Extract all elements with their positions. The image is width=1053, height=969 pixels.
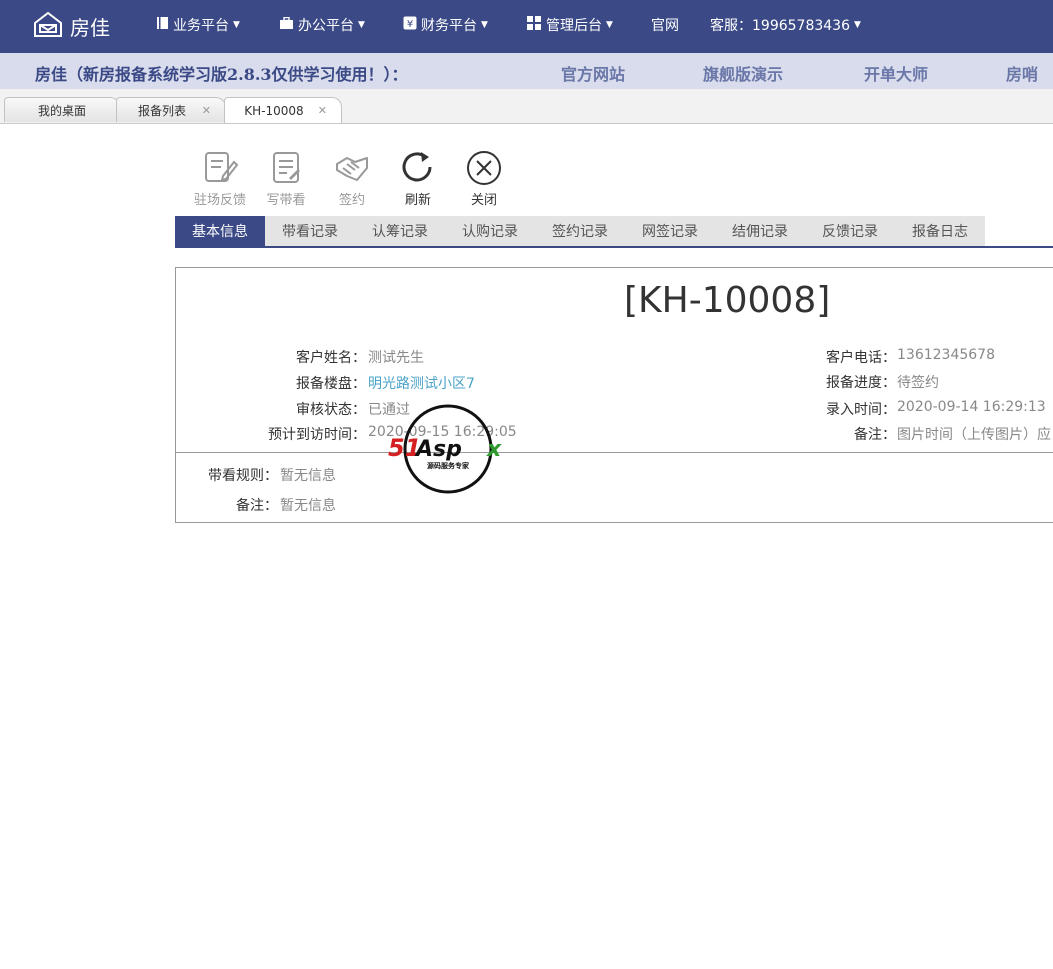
record-subtabs: 基本信息 带看记录 认筹记录 认购记录 签约记录 网签记录 结佣记录 反馈记录 …	[175, 216, 1053, 248]
tab-label: 我的桌面	[37, 103, 86, 118]
banner-link-official-site[interactable]: 官方网站	[561, 61, 625, 85]
banner-link-flagship-demo[interactable]: 旗舰版演示	[703, 61, 783, 85]
subtab-commission-records[interactable]: 结佣记录	[715, 216, 805, 246]
record-title: [KH-10008]	[624, 280, 831, 321]
customer-name-value: 测试先生	[368, 350, 424, 366]
caret-down-icon: ▼	[358, 20, 365, 30]
subtab-pledge-records[interactable]: 认筹记录	[355, 216, 445, 246]
svg-text:¥: ¥	[407, 19, 413, 30]
field-label: 报备楼盘：	[296, 376, 366, 392]
close-icon	[454, 150, 514, 186]
nav-finance-platform[interactable]: ¥ 财务平台 ▼	[403, 15, 488, 35]
tab-label: KH-10008	[244, 103, 304, 118]
toolbar-label: 关闭	[470, 193, 497, 208]
yen-icon: ¥	[403, 16, 417, 34]
subtab-online-contract-records[interactable]: 网签记录	[625, 216, 715, 246]
caret-down-icon: ▼	[481, 20, 488, 30]
sign-contract-button[interactable]: 签约	[322, 150, 382, 208]
banner-link-fangshao[interactable]: 房哨	[1006, 61, 1038, 85]
rules-label: 带看规则：	[208, 468, 278, 484]
close-button[interactable]: 关闭	[454, 150, 514, 208]
subtab-visit-records[interactable]: 带看记录	[265, 216, 355, 246]
property-link[interactable]: 明光路测试小区7	[368, 373, 475, 393]
refresh-icon	[388, 150, 448, 186]
note-value: 暂无信息	[280, 498, 336, 514]
briefcase-icon	[279, 16, 294, 34]
feedback-icon	[190, 150, 250, 186]
nav-label: 财务平台	[421, 18, 477, 34]
field-label: 预计到访时间：	[268, 427, 366, 443]
nav-label: 管理后台	[546, 18, 602, 34]
watermark-tagline: 源码服务专家	[427, 461, 470, 470]
logo[interactable]: 房佳	[32, 10, 110, 42]
nav-office-platform[interactable]: 办公平台 ▼	[279, 15, 365, 35]
toolbar-label: 签约	[338, 193, 365, 208]
write-visit-button[interactable]: 写带看	[256, 150, 316, 208]
field-label: 录入时间：	[826, 402, 896, 418]
banner-link-kaidan-master[interactable]: 开单大师	[864, 61, 928, 85]
nav-label: 客服：19965783436	[710, 18, 850, 34]
subtab-purchase-records[interactable]: 认购记录	[445, 216, 535, 246]
house-logo-icon	[32, 10, 64, 42]
nav-customer-service[interactable]: 客服：19965783436 ▼	[710, 15, 861, 35]
nav-label: 官网	[651, 18, 679, 34]
remark-value: 图片时间（上传图片）应	[897, 427, 1051, 443]
toolbar-label: 写带看	[266, 193, 306, 208]
field-label: 客户电话：	[826, 350, 896, 366]
toolbar-label: 驻场反馈	[193, 193, 246, 208]
toolbar-label: 刷新	[404, 193, 431, 208]
subtab-basic-info[interactable]: 基本信息	[175, 216, 265, 246]
station-feedback-button[interactable]: 驻场反馈	[190, 150, 250, 208]
field-label: 审核状态：	[296, 402, 366, 418]
note-label: 备注：	[236, 498, 278, 514]
customer-phone-value: 13612345678	[897, 347, 995, 363]
tab-bar: 我的桌面 报备列表 ✕ KH-10008 ✕	[0, 89, 1053, 124]
caret-down-icon: ▼	[233, 20, 240, 30]
tab-report-list[interactable]: 报备列表 ✕	[116, 97, 226, 122]
nav-label: 办公平台	[298, 18, 354, 34]
top-navbar: 房佳 业务平台 ▼ 办公平台 ▼ ¥ 财务平台 ▼ 管理后台 ▼ 官网 客服：19965…	[0, 0, 1053, 53]
tab-label: 报备列表	[137, 103, 186, 118]
record-detail-panel: [KH-10008] 客户姓名： 测试先生 报备楼盘： 明光路测试小区7 审核状…	[175, 267, 1053, 523]
logo-text: 房佳	[70, 15, 110, 40]
close-tab-icon[interactable]: ✕	[318, 104, 327, 117]
watermark-brand-x: x	[486, 437, 502, 462]
book-icon	[156, 16, 169, 34]
close-tab-icon[interactable]: ✕	[202, 104, 211, 117]
section-divider	[176, 452, 1053, 453]
watermark-stamp: 51 Asp x 源码服务专家	[386, 404, 512, 494]
tab-kh-10008[interactable]: KH-10008 ✕	[224, 97, 342, 123]
subtab-contract-records[interactable]: 签约记录	[535, 216, 625, 246]
tab-my-desktop[interactable]: 我的桌面	[4, 97, 120, 122]
grid-icon	[527, 15, 542, 35]
field-label: 备注：	[854, 427, 896, 443]
nav-admin-backend[interactable]: 管理后台 ▼	[527, 15, 613, 35]
banner-title: 房佳（新房报备系统学习版2.8.3仅供学习使用！）：	[35, 65, 408, 84]
nav-label: 业务平台	[173, 18, 229, 34]
caret-down-icon: ▼	[606, 20, 613, 30]
field-label: 报备进度：	[826, 375, 896, 391]
entry-time-value: 2020-09-14 16:29:13	[897, 399, 1046, 415]
refresh-button[interactable]: 刷新	[388, 150, 448, 208]
write-icon	[256, 150, 316, 186]
nav-official-site[interactable]: 官网	[651, 15, 679, 35]
announcement-banner: 房佳（新房报备系统学习版2.8.3仅供学习使用！）： 官方网站 旗舰版演示 开单…	[0, 53, 1053, 89]
subtab-report-log[interactable]: 报备日志	[895, 216, 985, 246]
report-progress-value: 待签约	[897, 375, 939, 391]
watermark-brand-mid: Asp	[414, 437, 462, 462]
rules-value: 暂无信息	[280, 468, 336, 484]
subtab-feedback-records[interactable]: 反馈记录	[805, 216, 895, 246]
nav-business-platform[interactable]: 业务平台 ▼	[156, 15, 240, 35]
handshake-icon	[322, 150, 382, 186]
caret-down-icon: ▼	[853, 20, 861, 30]
field-label: 客户姓名：	[296, 350, 366, 366]
